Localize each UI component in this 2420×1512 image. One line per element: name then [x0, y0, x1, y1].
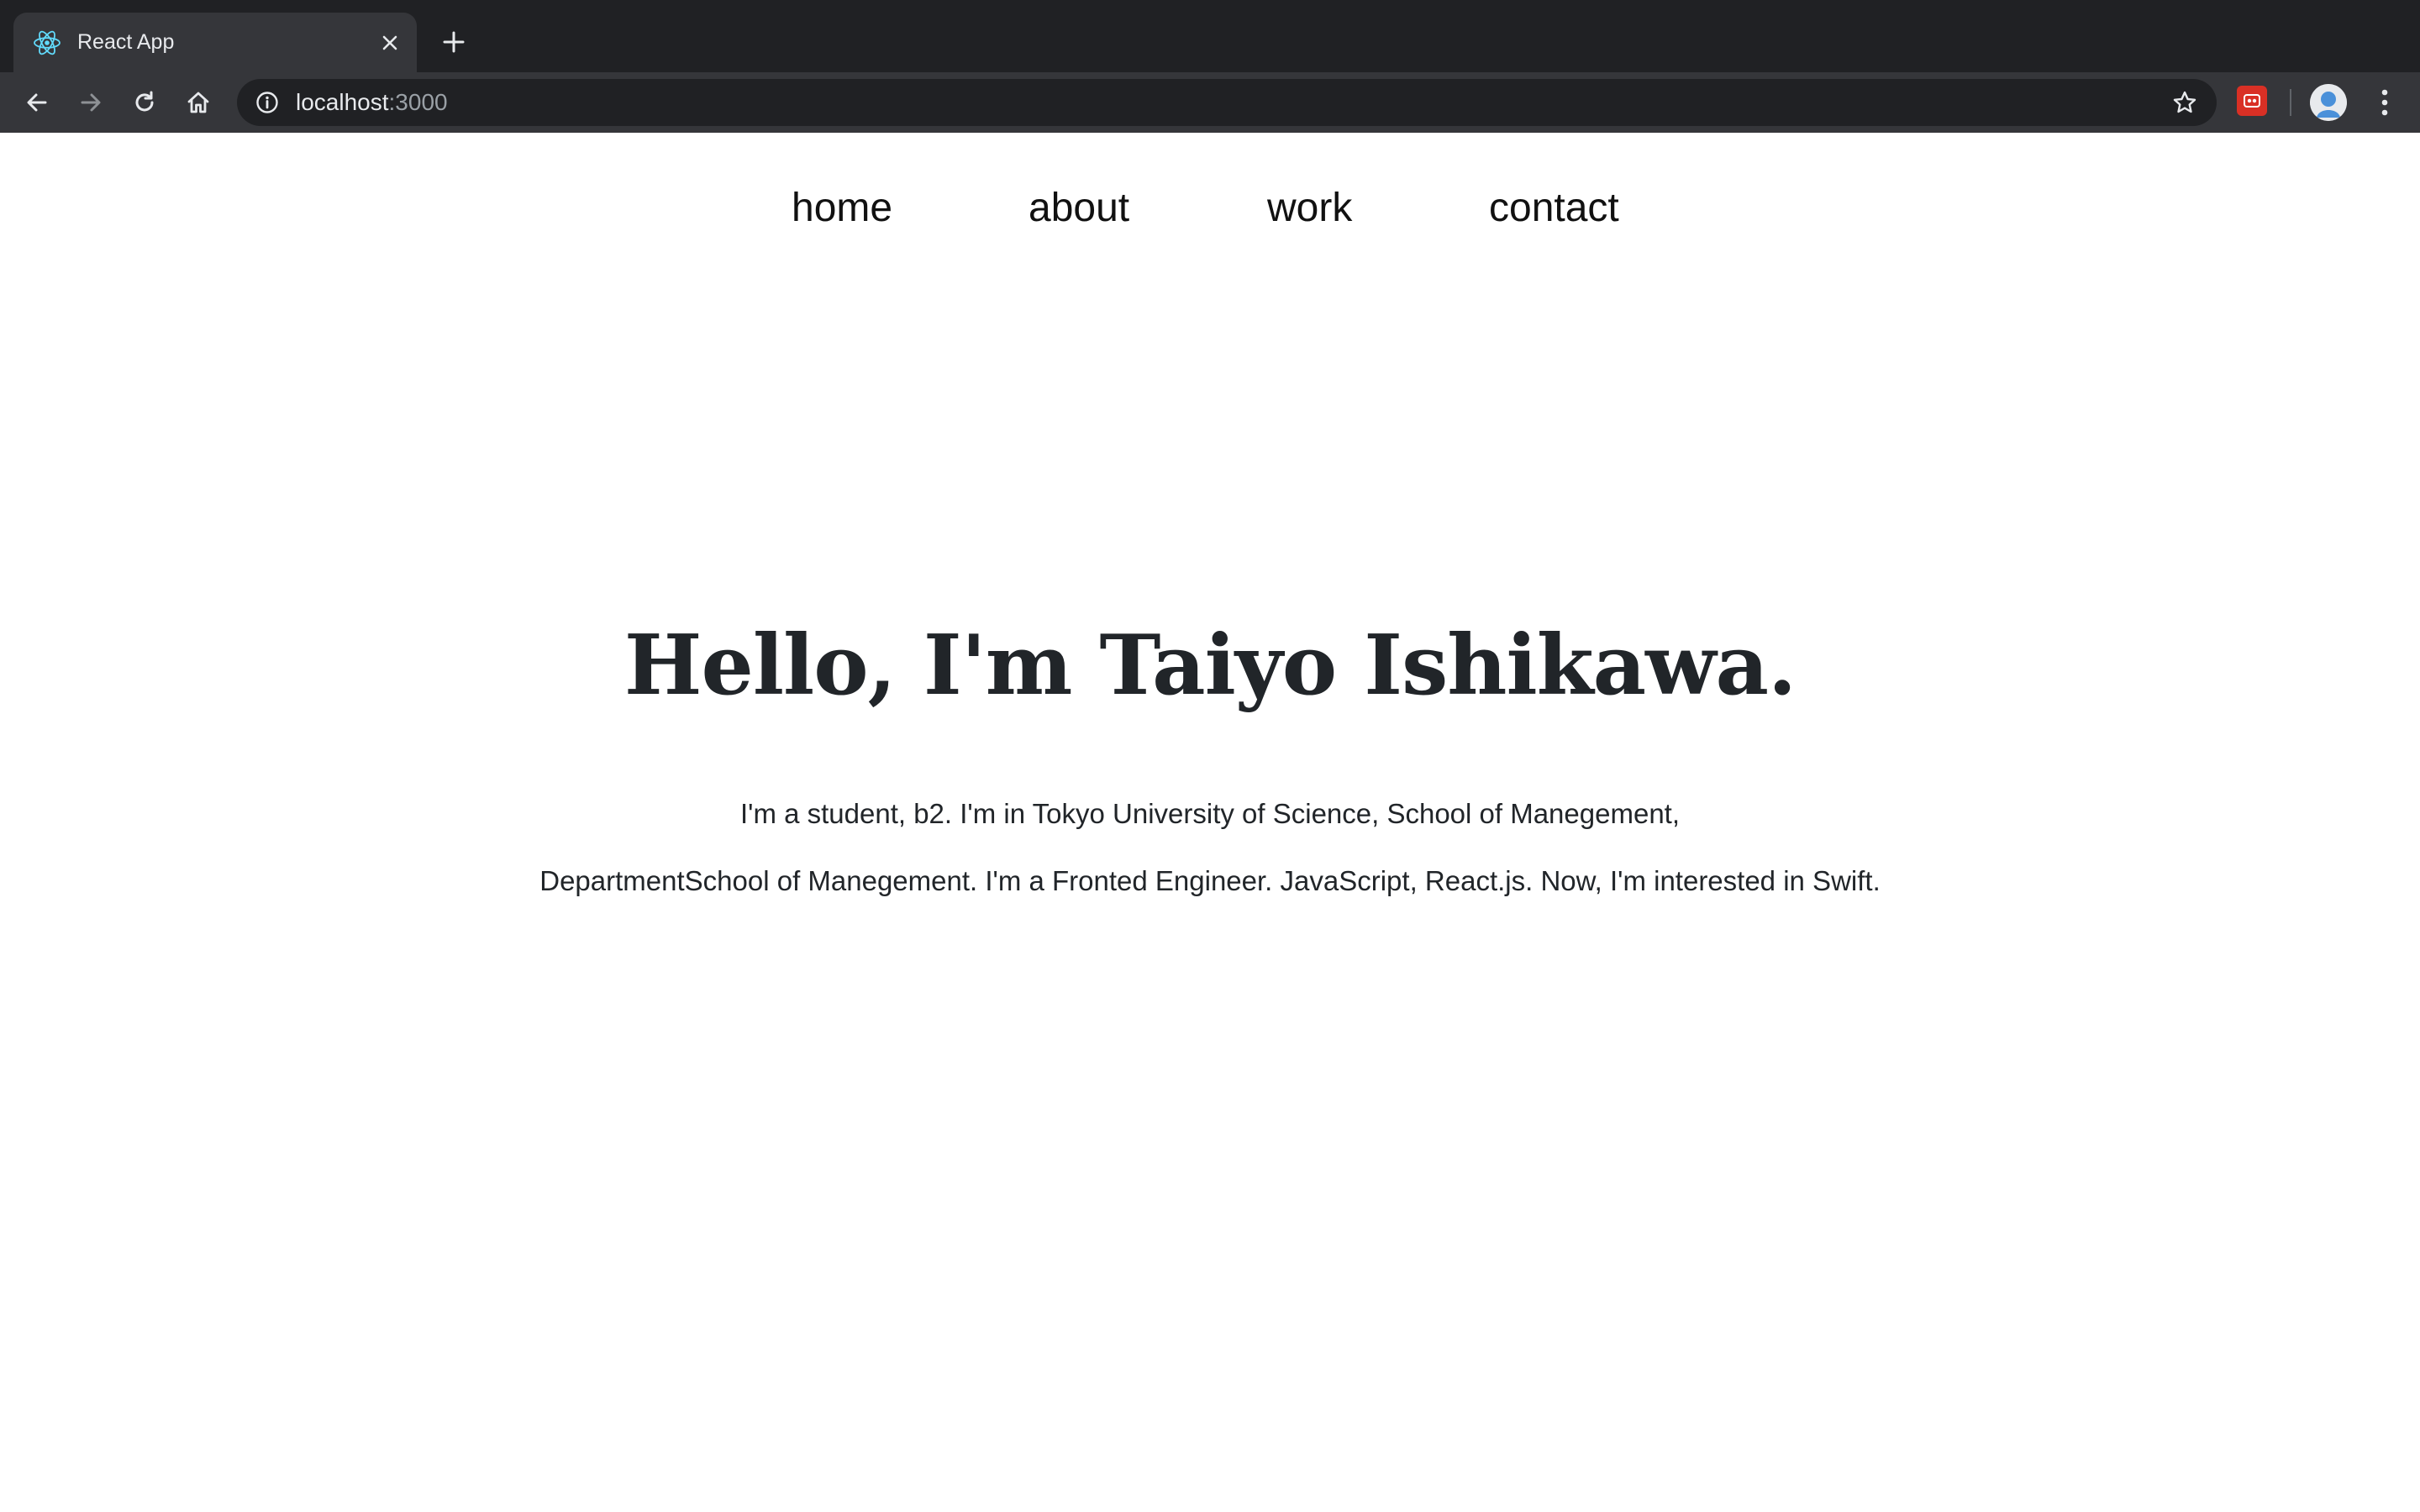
back-arrow-icon[interactable] — [17, 82, 57, 123]
extension-icon[interactable] — [2237, 86, 2267, 116]
home-icon[interactable] — [178, 82, 218, 123]
site-nav: home about work contact — [0, 185, 2420, 244]
url-text: localhost:3000 — [296, 89, 448, 116]
page-title: Hello, I'm Taiyo Ishikawa. — [623, 617, 1797, 714]
react-logo-icon — [30, 26, 64, 60]
nav-work-link[interactable]: work — [1267, 185, 1352, 231]
nav-home-link[interactable]: home — [792, 185, 892, 231]
nav-contact-link[interactable]: contact — [1489, 185, 1619, 231]
toolbar-separator — [2290, 89, 2291, 116]
browser-toolbar: localhost:3000 — [0, 72, 2420, 133]
info-icon[interactable] — [252, 87, 282, 118]
url-port: :3000 — [388, 89, 448, 115]
avatar[interactable] — [2310, 84, 2347, 121]
browser-tab[interactable]: React App — [13, 13, 417, 72]
intro-line-1: I'm a student, b2. I'm in Tokyo Universi… — [739, 798, 1681, 829]
intro-line-2: DepartmentSchool of Manegement. I'm a Fr… — [539, 865, 1881, 896]
tab-title: React App — [77, 30, 175, 54]
star-icon[interactable] — [2170, 87, 2200, 118]
close-icon[interactable] — [375, 28, 405, 58]
address-bar[interactable]: localhost:3000 — [237, 79, 2217, 126]
browser-tabstrip: React App — [0, 0, 2420, 72]
reload-icon[interactable] — [124, 82, 165, 123]
kebab-menu-icon[interactable] — [2368, 84, 2402, 121]
plus-icon[interactable] — [437, 25, 471, 59]
forward-arrow-icon[interactable] — [71, 82, 111, 123]
nav-about-link[interactable]: about — [1028, 185, 1129, 231]
url-host: localhost — [296, 89, 389, 115]
